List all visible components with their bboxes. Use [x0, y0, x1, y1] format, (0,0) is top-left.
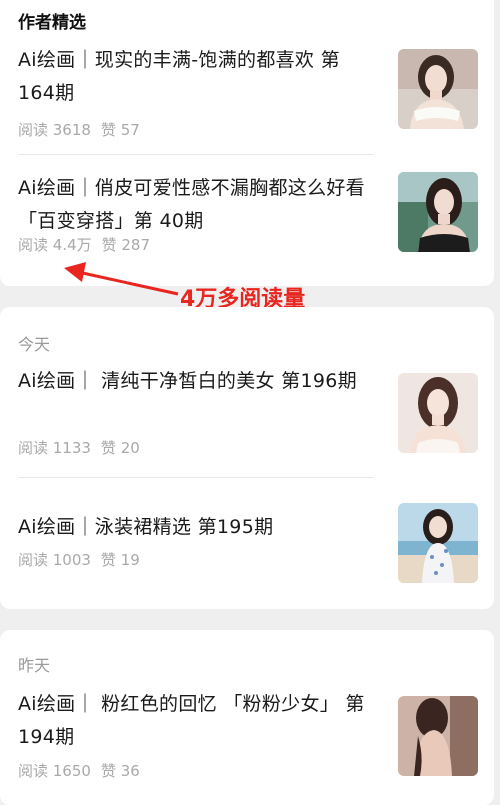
- section-title-yesterday: 昨天: [18, 656, 51, 675]
- divider: [18, 477, 374, 478]
- article-title: Ai绘画｜ 粉红色的回忆 「粉粉少女」 第194期: [18, 693, 365, 748]
- like-count: 赞 36: [100, 762, 140, 780]
- read-count: 阅读 1133: [18, 439, 91, 457]
- article-title: Ai绘画｜现实的丰满-饱满的都喜欢 第164期: [18, 49, 340, 104]
- like-count: 赞 19: [100, 551, 140, 569]
- article-meta: 阅读 1133 赞 20: [18, 437, 150, 458]
- article-title: Ai绘画｜俏皮可爱性感不漏胸都这么好看 「百变穿搭」第 40期: [18, 177, 365, 232]
- read-count: 阅读 4.4万: [18, 236, 92, 254]
- read-count: 阅读 3618: [18, 121, 91, 139]
- yesterday-card: 昨天 Ai绘画｜ 粉红色的回忆 「粉粉少女」 第194期 阅读 1650 赞 36: [0, 630, 494, 805]
- featured-card: 作者精选 Ai绘画｜现实的丰满-饱满的都喜欢 第164期 阅读 3618 赞 57…: [0, 0, 494, 286]
- article-meta: 阅读 4.4万赞 287: [18, 234, 160, 255]
- section-title-featured: 作者精选: [18, 13, 86, 33]
- article-meta: 阅读 1650 赞 36: [18, 760, 150, 781]
- article-item[interactable]: Ai绘画｜现实的丰满-饱满的都喜欢 第164期 阅读 3618 赞 57: [18, 44, 478, 139]
- divider: [18, 154, 374, 155]
- today-card: 今天 Ai绘画｜ 清纯干净皙白的美女 第196期 阅读 1133 赞 20 Ai绘…: [0, 307, 494, 609]
- article-item[interactable]: Ai绘画｜泳装裙精选 第195期 阅读 1003 赞 19: [18, 503, 478, 601]
- article-thumbnail: [398, 503, 478, 583]
- article-thumbnail: [398, 172, 478, 252]
- section-title-today: 今天: [18, 335, 51, 354]
- like-count: 赞 20: [100, 439, 140, 457]
- article-meta: 阅读 1003 赞 19: [18, 549, 150, 570]
- article-meta: 阅读 3618 赞 57: [18, 119, 150, 140]
- like-count: 赞 57: [100, 121, 140, 139]
- article-thumbnail: [398, 696, 478, 776]
- annotation-arrow: [64, 262, 179, 296]
- article-thumbnail: [398, 373, 478, 453]
- like-count: 赞 287: [101, 236, 151, 254]
- article-thumbnail: [398, 49, 478, 129]
- article-title: Ai绘画｜泳装裙精选 第195期: [18, 516, 274, 538]
- read-count: 阅读 1003: [18, 551, 91, 569]
- article-item[interactable]: Ai绘画｜ 粉红色的回忆 「粉粉少女」 第194期 阅读 1650 赞 36: [18, 688, 478, 781]
- read-count: 阅读 1650: [18, 762, 91, 780]
- article-item[interactable]: Ai绘画｜俏皮可爱性感不漏胸都这么好看 「百变穿搭」第 40期 阅读 4.4万赞…: [18, 172, 478, 262]
- article-title: Ai绘画｜ 清纯干净皙白的美女 第196期: [18, 370, 357, 392]
- article-item[interactable]: Ai绘画｜ 清纯干净皙白的美女 第196期 阅读 1133 赞 20: [18, 365, 478, 458]
